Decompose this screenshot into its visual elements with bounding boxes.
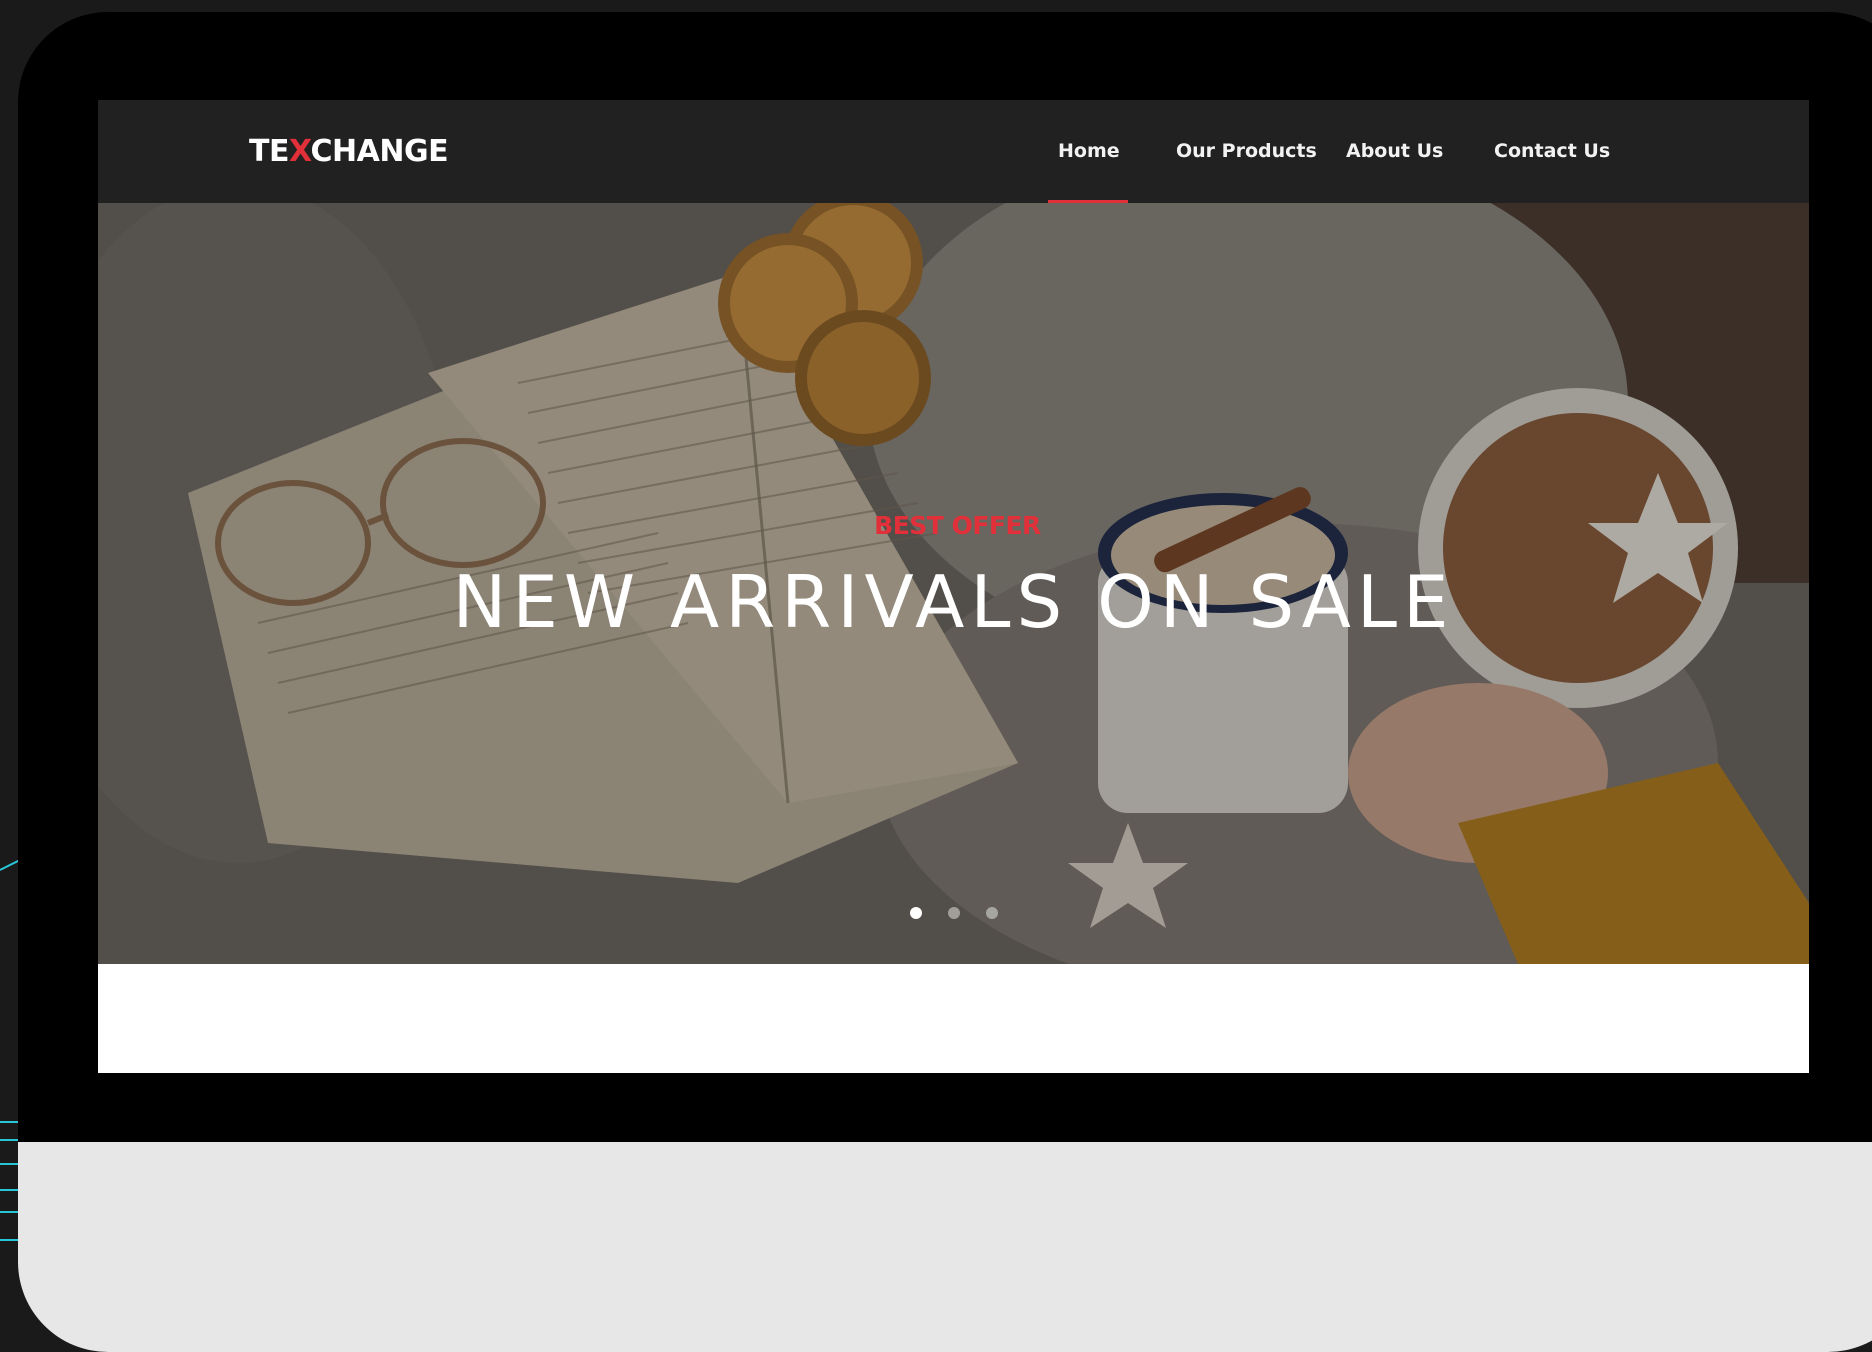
monitor-chin [18,1142,1872,1352]
nav-item-about-us[interactable]: About Us [1346,140,1443,162]
hero-kicker-text: BEST OFFER [874,511,1041,540]
navbar: TEXCHANGE Home Our Products About Us Con… [98,100,1809,204]
hero-title: NEW ARRIVALS ON SALE [452,560,1455,644]
nav-item-our-products[interactable]: Our Products [1176,140,1317,162]
carousel-dot-3[interactable] [985,907,998,919]
nav-item-home[interactable]: Home [1058,140,1120,162]
nav-item-contact-us[interactable]: Contact Us [1494,140,1610,162]
monitor-frame: TEXCHANGE Home Our Products About Us Con… [18,12,1872,1352]
carousel-dots [98,907,1809,919]
carousel-dot-2[interactable] [947,907,960,919]
carousel-dot-1[interactable] [909,907,922,919]
website-screen: TEXCHANGE Home Our Products About Us Con… [98,100,1809,1073]
hero-kicker: BEST OFFER [98,511,1809,540]
nav-links: Home Our Products About Us Contact Us [98,100,1809,203]
page-content-area [98,964,1809,1073]
hero-banner: BEST OFFER NEW ARRIVALS ON SALE [98,203,1809,964]
